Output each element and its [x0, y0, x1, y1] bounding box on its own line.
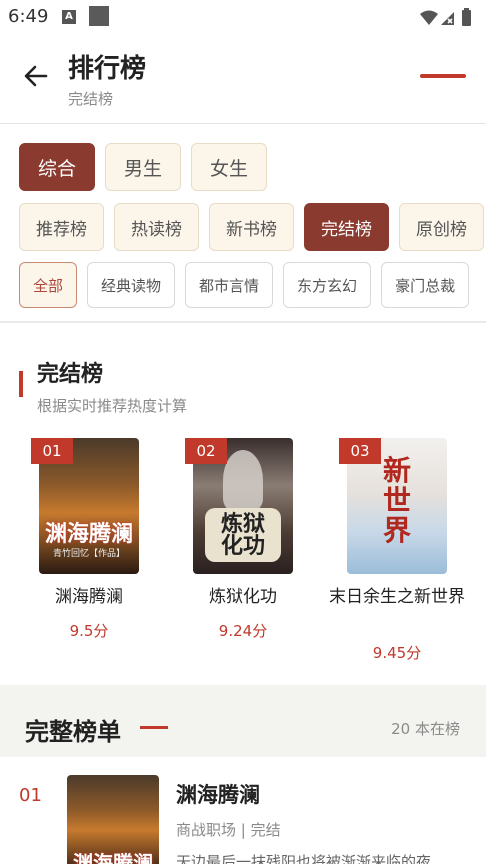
list-book-meta: 商战职场 | 完结 — [176, 821, 281, 839]
back-button[interactable] — [20, 60, 52, 92]
section-subtitle: 根据实时推荐热度计算 — [37, 397, 188, 415]
notification-square-icon — [89, 6, 109, 26]
book-score: 9.5分 — [69, 622, 109, 640]
rank-badge: 01 — [31, 438, 73, 464]
tab-comprehensive[interactable]: 综合 — [19, 143, 96, 191]
category-urban-romance[interactable]: 都市言情 — [185, 262, 274, 308]
status-bar: 6:49 A — [0, 0, 486, 34]
book-score: 9.24分 — [218, 622, 268, 640]
gender-tabs: 综合 男生 女生 — [19, 143, 268, 191]
arrow-left-icon — [24, 65, 48, 87]
list-rank: 01 — [19, 785, 42, 806]
full-list-title: 完整榜单 — [25, 718, 121, 746]
book-cover: 渊海腾澜 — [67, 775, 159, 864]
cover-title: 炼狱化功 — [220, 512, 265, 559]
rank-badge: 02 — [185, 438, 227, 464]
list-item[interactable]: 01 渊海腾澜 渊海腾澜 商战职场 | 完结 天边最后一抹残阳也将被渐渐来临的夜 — [0, 757, 486, 864]
cover-author: 青竹回忆【作品】 — [52, 549, 125, 559]
category-classic[interactable]: 经典读物 — [87, 262, 176, 308]
tab-female[interactable]: 女生 — [191, 143, 268, 191]
category-ceo-romance[interactable]: 豪门总裁 — [381, 262, 470, 308]
divider — [0, 321, 486, 323]
full-list-accent — [140, 726, 168, 729]
section-title: 完结榜 — [37, 362, 104, 387]
book-score: 9.45分 — [372, 644, 422, 662]
tab-recommend[interactable]: 推荐榜 — [19, 203, 104, 251]
rank-type-tabs: 推荐榜 热读榜 新书榜 完结榜 原创榜 — [19, 203, 484, 251]
page-title: 排行榜 — [68, 54, 147, 84]
page-subtitle: 完结榜 — [68, 90, 114, 108]
rank-badge: 03 — [339, 438, 381, 464]
notification-a-icon: A — [62, 10, 76, 24]
list-book-desc: 天边最后一抹残阳也将被渐渐来临的夜 — [176, 853, 432, 864]
tab-new-book[interactable]: 新书榜 — [209, 203, 294, 251]
category-eastern-fantasy[interactable]: 东方玄幻 — [283, 262, 372, 308]
book-title: 末日余生之新世界 — [329, 587, 465, 607]
tab-hot-read[interactable]: 热读榜 — [114, 203, 199, 251]
header-accent-line — [420, 74, 466, 78]
book-title: 渊海腾澜 — [55, 587, 123, 607]
status-time: 6:49 — [8, 6, 49, 27]
tab-male[interactable]: 男生 — [105, 143, 182, 191]
wifi-signal-battery-icon — [420, 8, 471, 26]
category-all[interactable]: 全部 — [19, 262, 78, 308]
category-tabs: 全部 经典读物 都市言情 东方玄幻 豪门总裁 — [19, 262, 470, 308]
full-list-count: 20 本在榜 — [391, 720, 460, 738]
book-title: 炼狱化功 — [209, 587, 277, 607]
section-accent-bar — [19, 371, 23, 397]
page-header: 排行榜 完结榜 — [0, 34, 486, 124]
cover-title: 新世界 — [382, 454, 411, 547]
list-book-title: 渊海腾澜 — [176, 783, 260, 807]
cover-title: 渊海腾澜 — [44, 522, 133, 547]
tab-original[interactable]: 原创榜 — [399, 203, 484, 251]
cover-title: 渊海腾澜 — [73, 851, 153, 864]
tab-completed[interactable]: 完结榜 — [304, 203, 389, 251]
status-icons — [418, 8, 478, 32]
